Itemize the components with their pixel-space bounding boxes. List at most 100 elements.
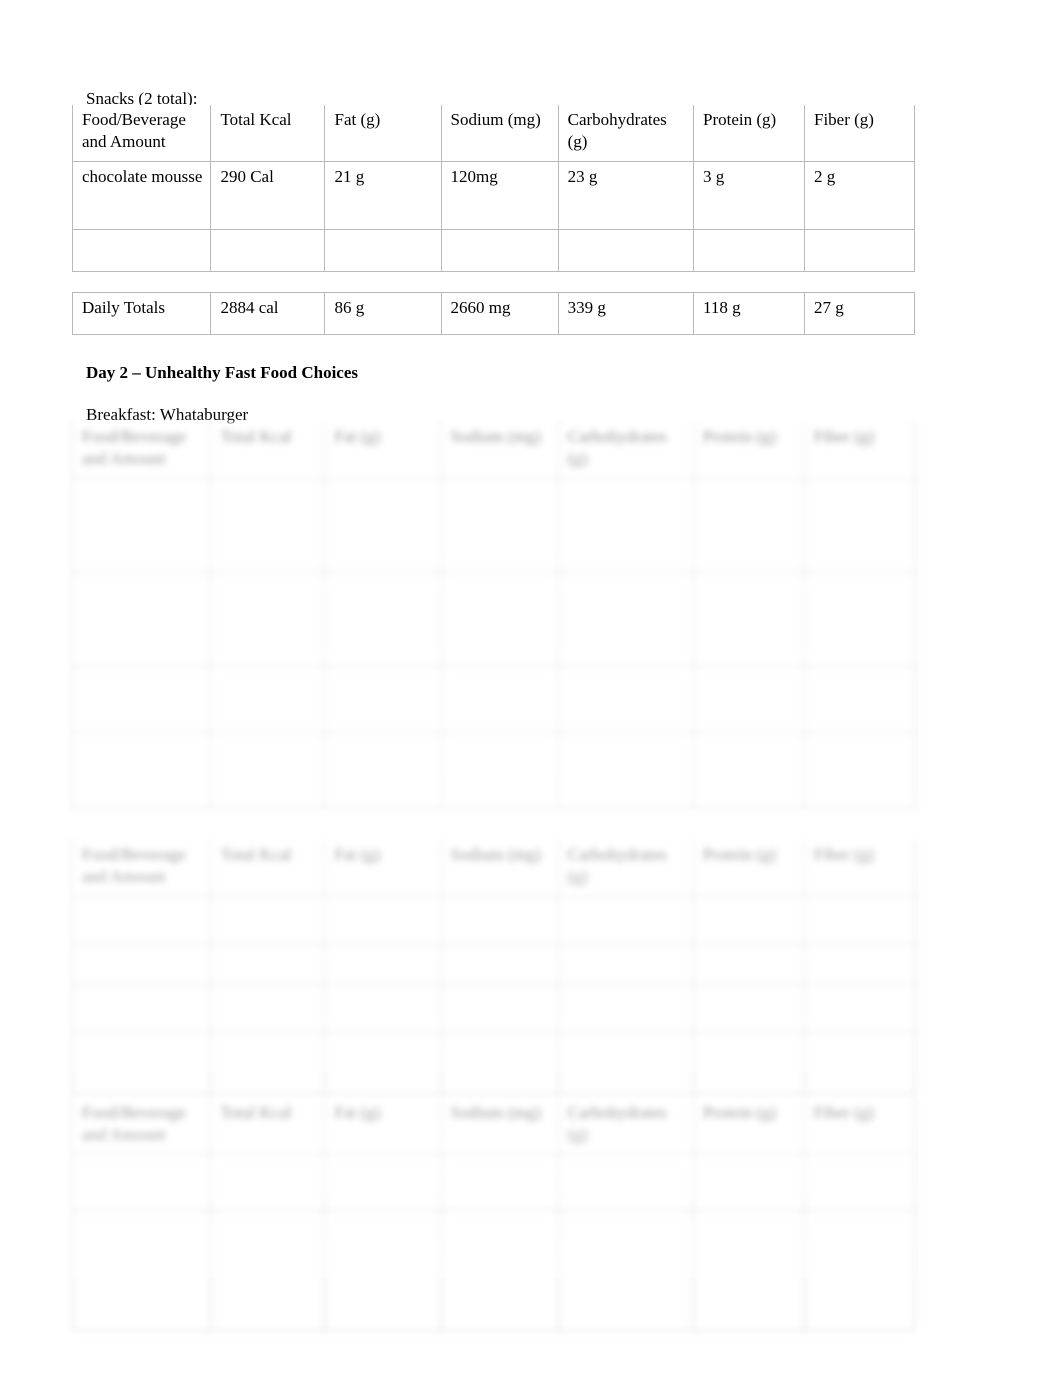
- cell-protein: [693, 983, 805, 1033]
- table-row: [71, 571, 915, 667]
- cell-sodium: [440, 228, 559, 272]
- cell-fat: [324, 731, 442, 809]
- cell-protein: [693, 731, 805, 809]
- table-row: [71, 731, 915, 809]
- col-header-sodium: Sodium (mg): [440, 1098, 559, 1155]
- cell-carbs: [557, 1031, 695, 1095]
- dinner-table: Food/Beverage and Amount Total Kcal Fat …: [71, 1098, 915, 1331]
- table-header-row: Food/Beverage and Amount Total Kcal Fat …: [71, 105, 915, 162]
- cell-sodium: [440, 477, 559, 573]
- cell-fiber: [804, 665, 915, 733]
- cell-food: [71, 665, 212, 733]
- col-header-carbs: Carbohydrates (g): [557, 840, 695, 897]
- cell-food: [71, 731, 212, 809]
- cell-sodium: [440, 943, 559, 985]
- cell-totals-protein: 118 g: [693, 292, 805, 335]
- cell-sodium: [440, 1153, 559, 1211]
- cell-food: [71, 983, 212, 1033]
- cell-protein: [693, 665, 805, 733]
- cell-carbs: [557, 228, 695, 272]
- cell-kcal: [210, 1209, 326, 1331]
- cell-totals-sodium: 2660 mg: [440, 292, 559, 335]
- cell-fat: [324, 943, 442, 985]
- table-row: [71, 895, 915, 945]
- col-header-kcal: Total Kcal: [210, 840, 326, 897]
- table-row: [71, 228, 915, 272]
- cell-kcal: [210, 228, 326, 272]
- cell-food: [71, 943, 212, 985]
- cell-sodium: [440, 731, 559, 809]
- col-header-carbs: Carbohydrates (g): [557, 422, 695, 479]
- cell-kcal: [210, 665, 326, 733]
- document-page: Snacks (2 total): Food/Beverage and Amou…: [0, 0, 1062, 1376]
- cell-food: [71, 228, 212, 272]
- col-header-food: Food/Beverage and Amount: [71, 1098, 212, 1155]
- col-header-fiber: Fiber (g): [804, 1098, 915, 1155]
- cell-carbs: [557, 895, 695, 945]
- cell-fat: [324, 665, 442, 733]
- col-header-carbs: Carbohydrates (g): [557, 105, 695, 162]
- cell-fat: [324, 1209, 442, 1331]
- cell-fiber: [804, 731, 915, 809]
- cell-protein: [693, 1209, 805, 1331]
- cell-totals-fiber: 27 g: [804, 292, 915, 335]
- table-row: [71, 665, 915, 733]
- cell-fat: [324, 228, 442, 272]
- cell-sodium: [440, 571, 559, 667]
- cell-fiber: [804, 1153, 915, 1211]
- col-header-fiber: Fiber (g): [804, 105, 915, 162]
- cell-kcal: [210, 731, 326, 809]
- cell-totals-fat: 86 g: [324, 292, 442, 335]
- col-header-fat: Fat (g): [324, 105, 442, 162]
- cell-sodium: [440, 895, 559, 945]
- cell-kcal: 290 Cal: [210, 160, 326, 230]
- cell-carbs: [557, 983, 695, 1033]
- cell-protein: [693, 477, 805, 573]
- cell-carbs: [557, 943, 695, 985]
- cell-fiber: [804, 1209, 915, 1331]
- cell-kcal: [210, 571, 326, 667]
- col-header-food: Food/Beverage and Amount: [71, 105, 212, 162]
- cell-food: [71, 1031, 212, 1095]
- col-header-food: Food/Beverage and Amount: [71, 422, 212, 479]
- cell-kcal: [210, 1153, 326, 1211]
- cell-food: [71, 1209, 212, 1331]
- cell-sodium: 120mg: [440, 160, 559, 230]
- cell-kcal: [210, 943, 326, 985]
- cell-kcal: [210, 983, 326, 1033]
- table-row: [71, 1153, 915, 1211]
- cell-fiber: [804, 983, 915, 1033]
- col-header-kcal: Total Kcal: [210, 105, 326, 162]
- cell-food: chocolate mousse: [71, 160, 212, 230]
- cell-carbs: [557, 1153, 695, 1211]
- cell-sodium: [440, 983, 559, 1033]
- cell-food: [71, 895, 212, 945]
- cell-carbs: 23 g: [557, 160, 695, 230]
- table-row: [71, 983, 915, 1033]
- snacks-table: Food/Beverage and Amount Total Kcal Fat …: [71, 105, 915, 272]
- col-header-kcal: Total Kcal: [210, 422, 326, 479]
- cell-food: [71, 1153, 212, 1211]
- cell-fat: [324, 1153, 442, 1211]
- cell-fiber: [804, 228, 915, 272]
- cell-sodium: [440, 1031, 559, 1095]
- col-header-sodium: Sodium (mg): [440, 840, 559, 897]
- cell-kcal: [210, 895, 326, 945]
- table-row: chocolate mousse 290 Cal 21 g 120mg 23 g…: [71, 160, 915, 230]
- daily-totals-table: Daily Totals 2884 cal 86 g 2660 mg 339 g…: [71, 292, 915, 335]
- table-header-row: Food/Beverage and Amount Total Kcal Fat …: [71, 840, 915, 897]
- cell-fiber: [804, 1031, 915, 1095]
- cell-protein: 3 g: [693, 160, 805, 230]
- col-header-protein: Protein (g): [693, 1098, 805, 1155]
- col-header-fat: Fat (g): [324, 1098, 442, 1155]
- cell-carbs: [557, 477, 695, 573]
- table-row: [71, 477, 915, 573]
- cell-sodium: [440, 665, 559, 733]
- breakfast-table: Food/Beverage and Amount Total Kcal Fat …: [71, 422, 915, 809]
- cell-totals-label: Daily Totals: [71, 292, 212, 335]
- cell-carbs: [557, 731, 695, 809]
- cell-fat: [324, 477, 442, 573]
- cell-sodium: [440, 1209, 559, 1331]
- table-header-row: Food/Beverage and Amount Total Kcal Fat …: [71, 1098, 915, 1155]
- cell-totals-kcal: 2884 cal: [210, 292, 326, 335]
